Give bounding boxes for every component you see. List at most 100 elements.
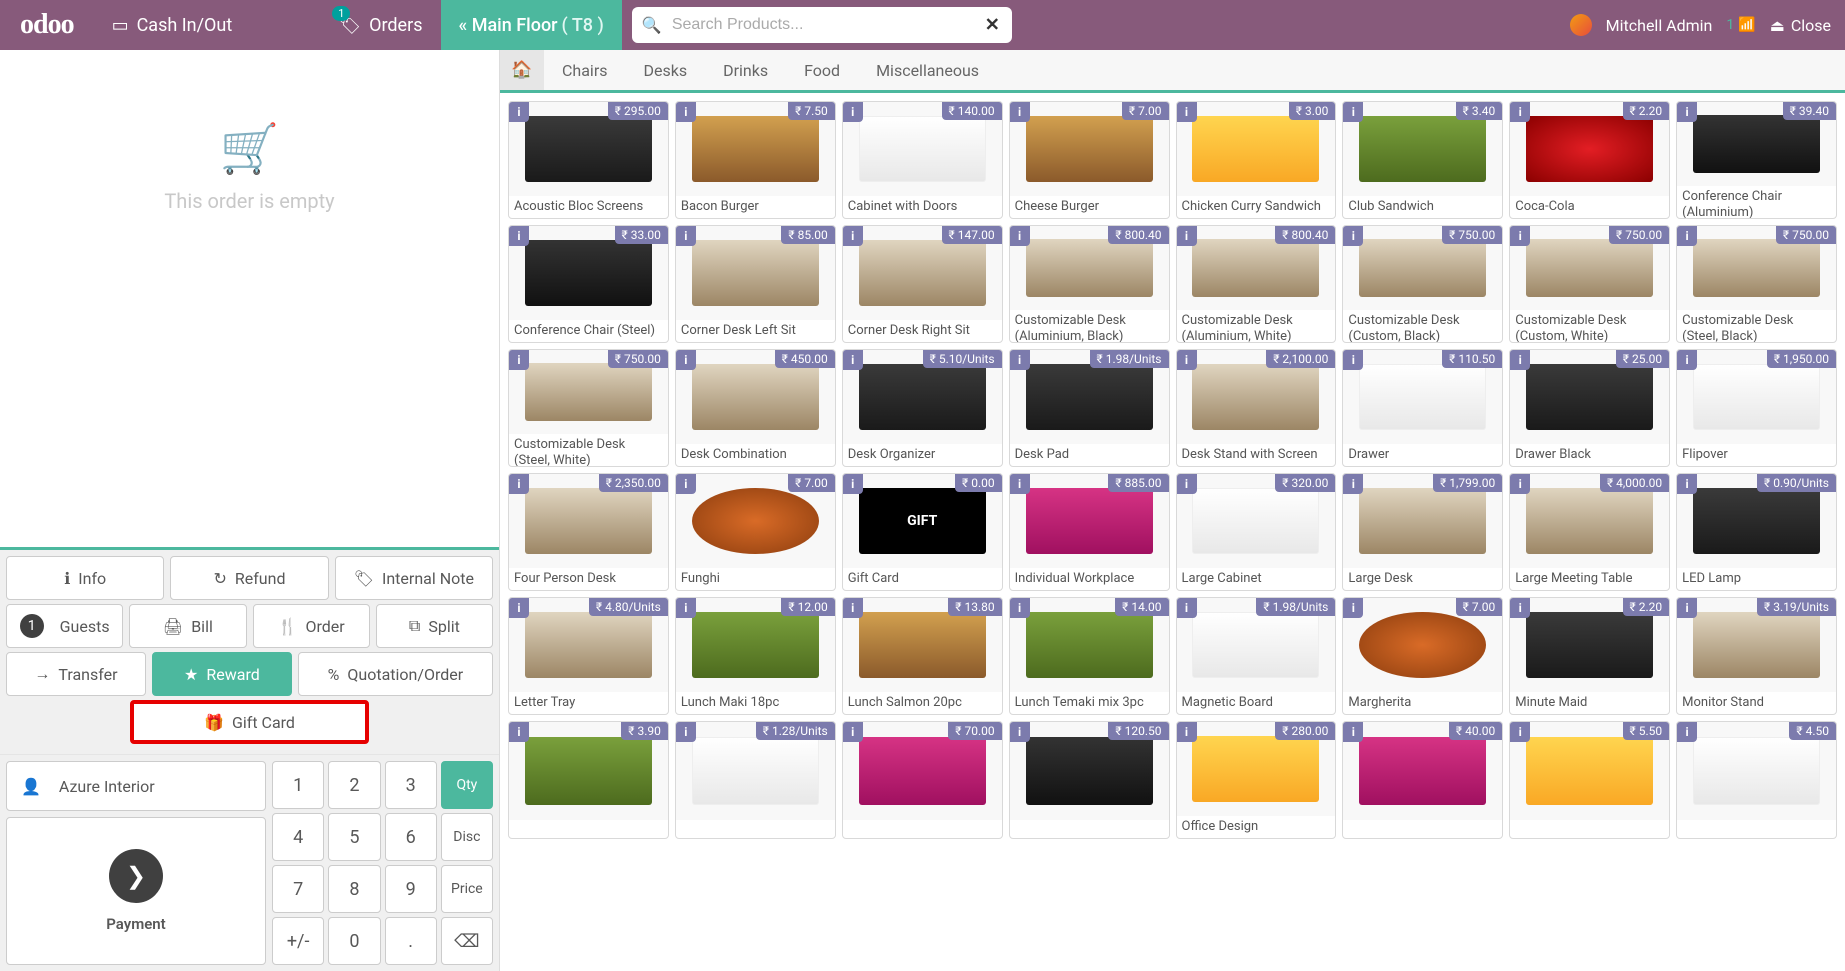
product-info-icon[interactable]: i: [1677, 350, 1697, 370]
product-card[interactable]: i₹ 5.10/UnitsDesk Organizer: [842, 349, 1003, 467]
mode-qty[interactable]: Qty: [441, 761, 493, 809]
home-tab[interactable]: 🏠: [500, 50, 544, 90]
product-info-icon[interactable]: i: [1177, 226, 1197, 246]
product-info-icon[interactable]: i: [1343, 598, 1363, 618]
transfer-button[interactable]: →Transfer: [6, 652, 146, 696]
mode-price[interactable]: Price: [441, 865, 493, 913]
key-4[interactable]: 4: [272, 813, 324, 861]
product-card[interactable]: i₹ 0.00GIFTGift Card: [842, 473, 1003, 591]
category-tab-chairs[interactable]: Chairs: [544, 50, 626, 90]
product-info-icon[interactable]: i: [1510, 102, 1530, 122]
product-card[interactable]: i₹ 85.00Corner Desk Left Sit: [675, 225, 836, 343]
product-card[interactable]: i₹ 7.00Margherita: [1342, 597, 1503, 715]
product-card[interactable]: i₹ 800.40Customizable Desk (Aluminium, W…: [1176, 225, 1337, 343]
product-card[interactable]: i₹ 0.90/UnitsLED Lamp: [1676, 473, 1837, 591]
product-info-icon[interactable]: i: [676, 350, 696, 370]
product-card[interactable]: i₹ 280.00Office Design: [1176, 721, 1337, 839]
product-info-icon[interactable]: i: [1177, 598, 1197, 618]
product-card[interactable]: i₹ 13.80Lunch Salmon 20pc: [842, 597, 1003, 715]
product-info-icon[interactable]: i: [1677, 598, 1697, 618]
product-info-icon[interactable]: i: [509, 350, 529, 370]
product-info-icon[interactable]: i: [1010, 350, 1030, 370]
product-card[interactable]: i₹ 3.40Club Sandwich: [1342, 101, 1503, 219]
product-info-icon[interactable]: i: [1677, 226, 1697, 246]
category-tab-food[interactable]: Food: [786, 50, 858, 90]
product-info-icon[interactable]: i: [1010, 226, 1030, 246]
close-button[interactable]: ⏏ Close: [1770, 16, 1831, 35]
product-info-icon[interactable]: i: [1343, 474, 1363, 494]
product-card[interactable]: i₹ 4,000.00Large Meeting Table: [1509, 473, 1670, 591]
product-card[interactable]: i₹ 2.20Coca-Cola: [1509, 101, 1670, 219]
mode-disc[interactable]: Disc: [441, 813, 493, 861]
key-7[interactable]: 7: [272, 865, 324, 913]
product-card[interactable]: i₹ 750.00Customizable Desk (Steel, White…: [508, 349, 669, 467]
product-info-icon[interactable]: i: [1343, 350, 1363, 370]
product-info-icon[interactable]: i: [843, 598, 863, 618]
info-button[interactable]: ℹInfo: [6, 556, 164, 600]
category-tab-miscellaneous[interactable]: Miscellaneous: [858, 50, 997, 90]
product-card[interactable]: i₹ 7.00Funghi: [675, 473, 836, 591]
product-card[interactable]: i₹ 4.50: [1676, 721, 1837, 839]
key-1[interactable]: 1: [272, 761, 324, 809]
product-info-icon[interactable]: i: [1177, 350, 1197, 370]
key-plusminus[interactable]: +/-: [272, 917, 324, 965]
product-info-icon[interactable]: i: [1177, 474, 1197, 494]
product-card[interactable]: i₹ 1.28/Units: [675, 721, 836, 839]
product-card[interactable]: i₹ 1,950.00Flipover: [1676, 349, 1837, 467]
product-info-icon[interactable]: i: [1010, 722, 1030, 742]
order-button[interactable]: 🍴Order: [253, 604, 370, 648]
payment-button[interactable]: ❯ Payment: [6, 817, 266, 965]
product-card[interactable]: i₹ 25.00Drawer Black: [1509, 349, 1670, 467]
product-info-icon[interactable]: i: [1677, 722, 1697, 742]
product-card[interactable]: i₹ 2,100.00Desk Stand with Screen: [1176, 349, 1337, 467]
product-info-icon[interactable]: i: [843, 226, 863, 246]
product-info-icon[interactable]: i: [1510, 474, 1530, 494]
key-dot[interactable]: .: [385, 917, 437, 965]
product-info-icon[interactable]: i: [1010, 102, 1030, 122]
product-card[interactable]: i₹ 14.00Lunch Temaki mix 3pc: [1009, 597, 1170, 715]
key-9[interactable]: 9: [385, 865, 437, 913]
bill-button[interactable]: 🖨Bill: [129, 604, 246, 648]
product-card[interactable]: i₹ 70.00: [842, 721, 1003, 839]
key-3[interactable]: 3: [385, 761, 437, 809]
product-card[interactable]: i₹ 4.80/UnitsLetter Tray: [508, 597, 669, 715]
key-backspace[interactable]: ⌫: [441, 917, 493, 965]
product-card[interactable]: i₹ 2.20Minute Maid: [1509, 597, 1670, 715]
product-info-icon[interactable]: i: [509, 598, 529, 618]
gift-card-button[interactable]: 🎁Gift Card: [130, 700, 370, 744]
avatar[interactable]: [1570, 14, 1592, 36]
product-info-icon[interactable]: i: [1177, 102, 1197, 122]
product-card[interactable]: i₹ 39.40Conference Chair (Aluminium): [1676, 101, 1837, 219]
product-info-icon[interactable]: i: [843, 102, 863, 122]
product-info-icon[interactable]: i: [843, 474, 863, 494]
product-info-icon[interactable]: i: [843, 350, 863, 370]
product-card[interactable]: i₹ 120.50: [1009, 721, 1170, 839]
product-card[interactable]: i₹ 3.19/UnitsMonitor Stand: [1676, 597, 1837, 715]
key-2[interactable]: 2: [328, 761, 380, 809]
product-card[interactable]: i₹ 3.00Chicken Curry Sandwich: [1176, 101, 1337, 219]
product-info-icon[interactable]: i: [509, 722, 529, 742]
product-card[interactable]: i₹ 320.00Large Cabinet: [1176, 473, 1337, 591]
product-info-icon[interactable]: i: [676, 598, 696, 618]
product-info-icon[interactable]: i: [1510, 226, 1530, 246]
product-info-icon[interactable]: i: [676, 226, 696, 246]
product-info-icon[interactable]: i: [1343, 102, 1363, 122]
product-card[interactable]: i₹ 2,350.00Four Person Desk: [508, 473, 669, 591]
product-info-icon[interactable]: i: [1343, 722, 1363, 742]
product-card[interactable]: i₹ 1,799.00Large Desk: [1342, 473, 1503, 591]
key-5[interactable]: 5: [328, 813, 380, 861]
category-tab-drinks[interactable]: Drinks: [705, 50, 786, 90]
key-6[interactable]: 6: [385, 813, 437, 861]
floor-button[interactable]: « Main Floor ( T8 ): [441, 0, 622, 50]
product-card[interactable]: i₹ 5.50: [1509, 721, 1670, 839]
product-info-icon[interactable]: i: [676, 102, 696, 122]
split-button[interactable]: ⧉Split: [376, 604, 493, 648]
product-card[interactable]: i₹ 40.00: [1342, 721, 1503, 839]
product-card[interactable]: i₹ 750.00Customizable Desk (Custom, Blac…: [1342, 225, 1503, 343]
product-card[interactable]: i₹ 885.00Individual Workplace: [1009, 473, 1170, 591]
product-info-icon[interactable]: i: [676, 722, 696, 742]
product-info-icon[interactable]: i: [1677, 102, 1697, 122]
orders-button[interactable]: 1 🏷 Orders: [320, 0, 440, 50]
category-tab-desks[interactable]: Desks: [626, 50, 706, 90]
product-card[interactable]: i₹ 33.00Conference Chair (Steel): [508, 225, 669, 343]
